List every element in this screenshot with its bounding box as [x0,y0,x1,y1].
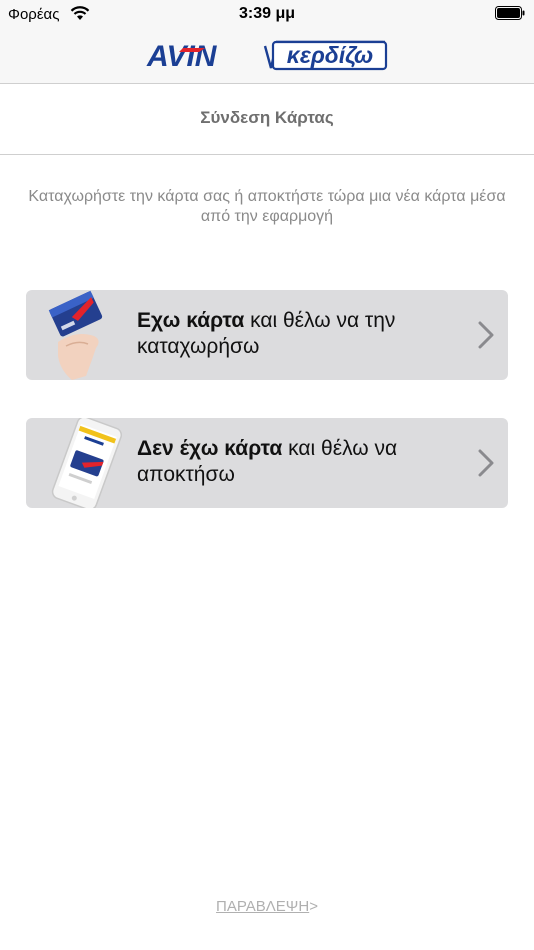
status-time: 3:39 μμ [238,5,296,22]
status-bar: Φορέας 3:39 μμ [0,0,534,28]
hand-holding-card-icon [48,290,103,380]
phone-app-icon [51,418,123,508]
intro-text: Καταχωρήστε την κάρτα σας ή αποκτήστε τώ… [28,188,506,225]
skip-button[interactable]: ΠΑΡΑΒΛΕΨΗ> [0,898,534,915]
title-bar: Σύνδεση Κάρτας [0,84,534,155]
have-card-option[interactable]: Εχω κάρτα και θέλω να την καταχωρήσω [26,290,508,380]
app-header: AVIN κερδίζω [0,28,534,84]
have-card-bold: Εχω κάρτα [137,309,245,332]
have-card-label: Εχω κάρτα και θέλω να την καταχωρήσω [137,308,457,360]
logo-brand: AVIN [146,40,218,73]
skip-label: ΠΑΡΑΒΛΕΨΗ [216,898,310,915]
no-card-option[interactable]: Δεν έχω κάρτα και θέλω να αποκτήσω [26,418,508,508]
chevron-right-icon [478,321,494,349]
logo-word: κερδίζω [287,42,373,68]
battery-icon [495,6,525,20]
no-card-bold: Δεν έχω κάρτα [137,437,283,460]
avin-kerdizo-logo: AVIN κερδίζω [146,40,388,73]
no-card-label: Δεν έχω κάρτα και θέλω να αποκτήσω [137,436,457,488]
page-title: Σύνδεση Κάρτας [200,108,334,127]
skip-arrow: > [309,898,318,915]
chevron-right-icon [478,449,494,477]
